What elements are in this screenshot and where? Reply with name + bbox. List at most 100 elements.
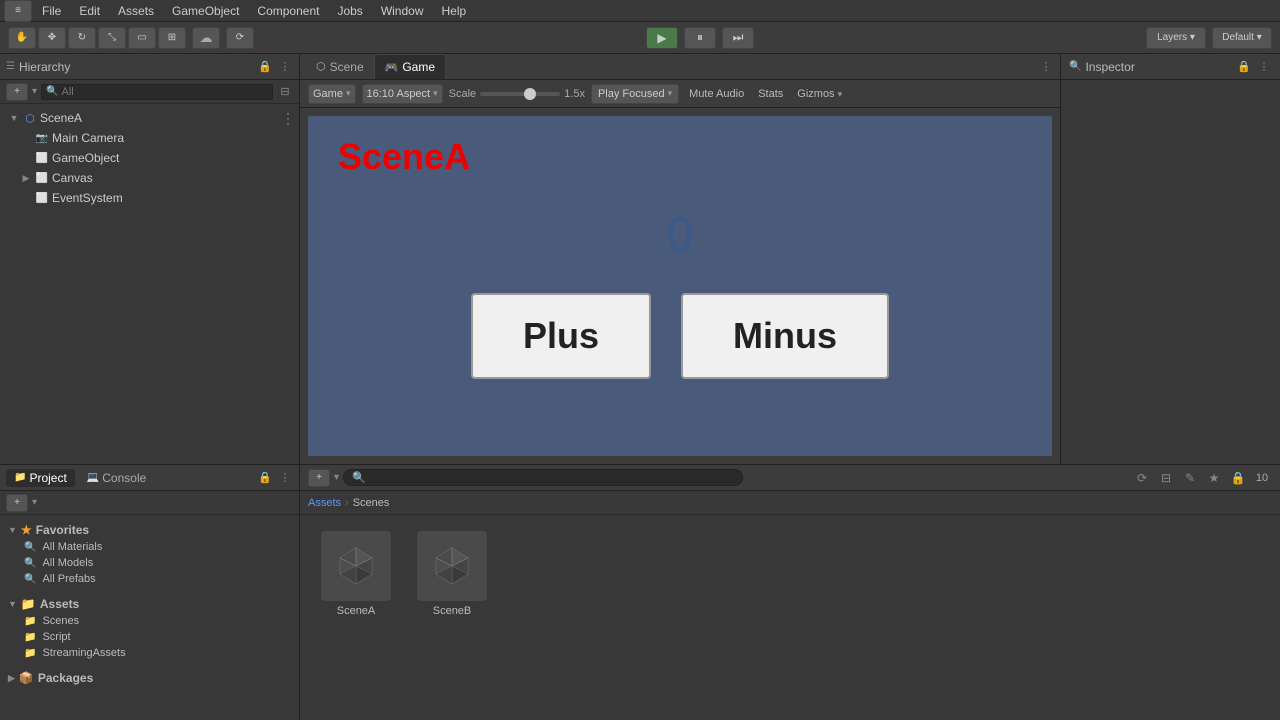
asset-filter-icon[interactable]: ✎: [1180, 468, 1200, 488]
streaming-assets-item[interactable]: 📁 StreamingAssets: [8, 645, 291, 661]
inspector-lock-icon[interactable]: 🔒: [1236, 59, 1252, 75]
transform-tool-btn[interactable]: ⊞: [158, 27, 186, 49]
move-tool-btn[interactable]: ✥: [38, 27, 66, 49]
play-button[interactable]: ▶: [646, 27, 678, 49]
hand-tool-btn[interactable]: ✋: [8, 27, 36, 49]
add-asset-btn[interactable]: +: [308, 469, 330, 487]
bottom-left-lock-icon[interactable]: 🔒: [257, 470, 273, 486]
mute-audio-btn[interactable]: Mute Audio: [685, 86, 748, 102]
bottom-right-panel: + ▾ 🔍 ⟳ ⊟ ✎ ★ 🔒 10 Assets ›: [300, 465, 1280, 720]
more-icon[interactable]: ⋮: [277, 59, 293, 75]
menu-window[interactable]: Window: [373, 2, 432, 20]
hierarchy-scene-item[interactable]: ▼ ⬡ SceneA ⋮: [0, 108, 299, 128]
menu-help[interactable]: Help: [434, 2, 475, 20]
add-hierarchy-btn[interactable]: +: [6, 83, 28, 101]
packages-header[interactable]: ▶ 📦 Packages: [8, 669, 291, 687]
gizmos-btn[interactable]: Gizmos ▾: [793, 86, 846, 102]
favorites-star-icon: ★: [21, 523, 32, 537]
stats-btn[interactable]: Stats: [754, 86, 787, 102]
asset-star-icon[interactable]: ★: [1204, 468, 1224, 488]
gizmos-arrow: ▾: [838, 89, 843, 99]
scene-icon: ⬡: [22, 110, 38, 126]
scene-tab[interactable]: ⬡ Scene: [306, 54, 374, 79]
layout-btn[interactable]: Default ▾: [1212, 27, 1272, 49]
layers-btn[interactable]: Layers ▾: [1146, 27, 1206, 49]
display-select[interactable]: Game ▾: [308, 84, 356, 104]
hierarchy-filter-icon[interactable]: ⊟: [277, 84, 293, 100]
all-prefabs-label: All Prefabs: [42, 573, 95, 585]
plus-button[interactable]: Plus: [471, 293, 651, 379]
pause-button[interactable]: ⏸: [684, 27, 716, 49]
hierarchy-header: ☰ Hierarchy 🔒 ⋮: [0, 54, 299, 80]
hierarchy-search-box[interactable]: 🔍: [41, 84, 273, 100]
lock-icon[interactable]: 🔒: [257, 59, 273, 75]
center-panel: ⬡ Scene 🎮 Game ⋮ Game ▾ 16:10 Aspect ▾: [300, 54, 1060, 464]
menu-file[interactable]: File: [34, 2, 69, 20]
step-button[interactable]: ⏭: [722, 27, 754, 49]
menu-component[interactable]: Component: [249, 2, 327, 20]
assets-section-header[interactable]: ▼ 📁 Assets: [8, 595, 291, 613]
assets-search-bar[interactable]: 🔍: [343, 469, 743, 486]
camera-icon: 📷: [34, 130, 50, 146]
hierarchy-maincamera-item[interactable]: 📷 Main Camera: [0, 128, 299, 148]
inspector-more-icon[interactable]: ⋮: [1256, 59, 1272, 75]
asset-count-badge: 10: [1252, 468, 1272, 488]
breadcrumb-sep: ›: [345, 497, 349, 509]
game-tab[interactable]: 🎮 Game: [374, 54, 446, 79]
scene-dots-btn[interactable]: ⋮: [281, 110, 295, 127]
breadcrumb-root[interactable]: Assets: [308, 497, 341, 509]
scene-label: SceneA: [40, 111, 82, 125]
asset-label-sceneA: SceneA: [337, 605, 376, 617]
rotate-tool-btn[interactable]: ↻: [68, 27, 96, 49]
rect-tool-btn[interactable]: ▭: [128, 27, 156, 49]
scale-thumb[interactable]: [524, 88, 536, 100]
center-more-icon[interactable]: ⋮: [1038, 59, 1054, 75]
scale-slider[interactable]: [480, 92, 560, 96]
menu-assets[interactable]: Assets: [110, 2, 162, 20]
display-label: Game: [313, 88, 343, 100]
all-materials-label: All Materials: [42, 541, 102, 553]
gameobject-icon: ⬜: [34, 150, 50, 166]
all-models-icon: 🔍: [24, 558, 36, 569]
asset-view-icon[interactable]: ⊟: [1156, 468, 1176, 488]
favorites-section: ▼ ★ Favorites 🔍 All Materials 🔍 All Mode…: [8, 521, 291, 587]
scenes-folder-item[interactable]: 📁 Scenes: [8, 613, 291, 629]
favorites-header[interactable]: ▼ ★ Favorites: [8, 521, 291, 539]
favorites-arrow: ▼: [8, 525, 17, 535]
add-project-btn[interactable]: +: [6, 494, 28, 512]
cloud-btn[interactable]: ☁: [192, 27, 220, 49]
hierarchy-gameobject-item[interactable]: ⬜ GameObject: [0, 148, 299, 168]
breadcrumb-child[interactable]: Scenes: [353, 497, 390, 509]
bottom-left-more-icon[interactable]: ⋮: [277, 470, 293, 486]
all-prefabs-icon: 🔍: [24, 574, 36, 585]
hierarchy-search-input[interactable]: [61, 86, 268, 98]
play-focused-btn[interactable]: Play Focused ▾: [591, 84, 679, 104]
console-tab-icon: 💻: [87, 472, 99, 483]
menu-gameobject[interactable]: GameObject: [164, 2, 247, 20]
collab-btn[interactable]: ⟳: [226, 27, 254, 49]
all-models-item[interactable]: 🔍 All Models: [8, 555, 291, 571]
bottom-left-toolbar: + ▾: [0, 491, 299, 515]
all-materials-item[interactable]: 🔍 All Materials: [8, 539, 291, 555]
menu-icon-btn[interactable]: ≡: [4, 0, 32, 22]
scale-tool-btn[interactable]: ⤡: [98, 27, 126, 49]
menu-edit[interactable]: Edit: [71, 2, 108, 20]
scene-tab-icon: ⬡: [316, 60, 326, 73]
hierarchy-canvas-item[interactable]: ▶ ⬜ Canvas: [0, 168, 299, 188]
script-folder-item[interactable]: 📁 Script: [8, 629, 291, 645]
project-tab[interactable]: 📁 Project: [6, 469, 75, 487]
console-tab[interactable]: 💻 Console: [79, 469, 154, 487]
assets-search-input[interactable]: [370, 472, 734, 484]
streaming-assets-label: StreamingAssets: [42, 647, 125, 659]
hierarchy-content: ▼ ⬡ SceneA ⋮ 📷 Main Camera ⬜ GameObject: [0, 104, 299, 464]
asset-item-sceneA[interactable]: SceneA: [316, 531, 396, 617]
asset-refresh-icon[interactable]: ⟳: [1132, 468, 1152, 488]
asset-settings-icon[interactable]: 🔒: [1228, 468, 1248, 488]
all-prefabs-item[interactable]: 🔍 All Prefabs: [8, 571, 291, 587]
asset-item-sceneB[interactable]: SceneB: [412, 531, 492, 617]
hierarchy-eventsystem-item[interactable]: ⬜ EventSystem: [0, 188, 299, 208]
minus-button[interactable]: Minus: [681, 293, 889, 379]
aspect-select[interactable]: 16:10 Aspect ▾: [362, 84, 443, 104]
packages-folder-icon: 📦: [19, 671, 34, 685]
menu-jobs[interactable]: Jobs: [329, 2, 370, 20]
